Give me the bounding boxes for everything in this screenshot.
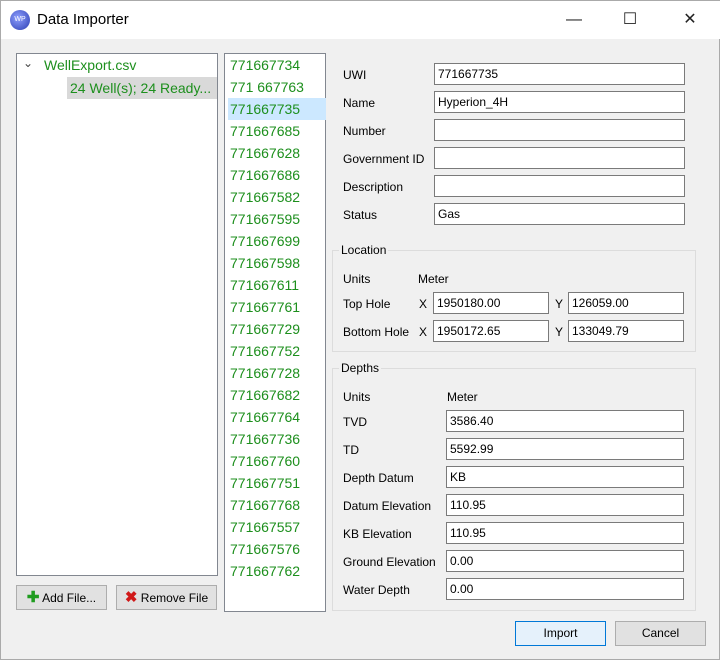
well-list-item[interactable]: 771667736 — [228, 428, 326, 450]
field-input[interactable]: Hyperion_4H — [434, 91, 685, 113]
import-button[interactable]: Import — [515, 621, 606, 646]
well-list-item[interactable]: 771667729 — [228, 318, 326, 340]
field-label: Status — [343, 208, 378, 222]
top-x-label: X — [419, 297, 428, 311]
depth-label: Datum Elevation — [343, 499, 432, 513]
location-units-value: Meter — [418, 272, 449, 286]
well-list-item[interactable]: 771667628 — [228, 142, 326, 164]
well-list-item[interactable]: 771667699 — [228, 230, 326, 252]
depth-label: TVD — [343, 415, 367, 429]
chevron-down-icon[interactable]: ⌄ — [23, 56, 33, 70]
depth-input[interactable]: 110.95 — [446, 494, 684, 516]
remove-file-button[interactable]: ✖ Remove File — [116, 585, 217, 610]
depth-label: KB Elevation — [343, 527, 412, 541]
bottom-y-label: Y — [555, 325, 564, 339]
bottom-x-label: X — [419, 325, 428, 339]
depth-label: Depth Datum — [343, 471, 414, 485]
field-input[interactable] — [434, 119, 685, 141]
well-list-item[interactable]: 771667760 — [228, 450, 326, 472]
close-button[interactable]: ✕ — [667, 7, 713, 33]
top-hole-x-input[interactable]: 1950180.00 — [433, 292, 549, 314]
window-title: Data Importer — [37, 11, 129, 28]
depth-input[interactable]: 0.00 — [446, 578, 684, 600]
well-list-item[interactable]: 771667576 — [228, 538, 326, 560]
depth-label: Water Depth — [343, 583, 410, 597]
bottom-hole-y-input[interactable]: 133049.79 — [568, 320, 684, 342]
well-list-item[interactable]: 771667598 — [228, 252, 326, 274]
well-list-item[interactable]: 771 667763 — [228, 76, 326, 98]
x-icon: ✖ — [124, 589, 138, 606]
well-list-item[interactable]: 771667728 — [228, 362, 326, 384]
app-logo-icon: WP — [10, 10, 30, 30]
well-list-item[interactable]: 771667768 — [228, 494, 326, 516]
field-input[interactable]: Gas — [434, 203, 685, 225]
field-label: Government ID — [343, 152, 425, 166]
plus-icon: ✚ — [26, 589, 40, 606]
maximize-button[interactable]: ☐ — [607, 7, 653, 33]
field-label: Number — [343, 124, 386, 138]
top-hole-y-input[interactable]: 126059.00 — [568, 292, 684, 314]
depth-input[interactable]: 0.00 — [446, 550, 684, 572]
well-list-item[interactable]: 771667685 — [228, 120, 326, 142]
bottom-hole-label: Bottom Hole — [343, 325, 410, 339]
well-list-item[interactable]: 771667734 — [228, 54, 326, 76]
bottom-hole-x-input[interactable]: 1950172.65 — [433, 320, 549, 342]
field-label: Description — [343, 180, 404, 194]
location-title: Location — [339, 243, 389, 257]
field-input[interactable] — [434, 147, 685, 169]
tree-child-item[interactable]: 24 Well(s); 24 Ready... — [67, 77, 217, 99]
depths-title: Depths — [339, 361, 382, 375]
well-list-item[interactable]: 771667735 — [228, 98, 326, 120]
depth-input[interactable]: 110.95 — [446, 522, 684, 544]
well-list-item[interactable]: 771667595 — [228, 208, 326, 230]
location-units-label: Units — [343, 272, 371, 286]
well-list-item[interactable]: 771667762 — [228, 560, 326, 582]
field-label: UWI — [343, 68, 367, 82]
cancel-button[interactable]: Cancel — [615, 621, 706, 646]
add-file-button[interactable]: ✚ Add File... — [16, 585, 107, 610]
field-label: Name — [343, 96, 376, 110]
well-list-item[interactable]: 771667611 — [228, 274, 326, 296]
well-list-item[interactable]: 771667751 — [228, 472, 326, 494]
minimize-button[interactable]: — — [551, 7, 597, 33]
field-input[interactable] — [434, 175, 685, 197]
well-list[interactable]: 771667734 771 667763 771667735 771667685 771… — [224, 53, 326, 612]
file-tree[interactable]: ⌄ WellExport.csv 24 Well(s); 24 Ready... — [16, 53, 218, 576]
depths-units-value: Meter — [447, 390, 478, 404]
top-hole-label: Top Hole — [343, 297, 391, 311]
top-y-label: Y — [555, 297, 564, 311]
well-list-item[interactable]: 771667686 — [228, 164, 326, 186]
depth-input[interactable]: 3586.40 — [446, 410, 684, 432]
depths-group: Depths — [332, 361, 696, 611]
tree-file-item[interactable]: WellExport.csv — [44, 57, 136, 73]
title-bar: WP Data Importer — ☐ ✕ — [1, 1, 720, 39]
well-list-item[interactable]: 771667582 — [228, 186, 326, 208]
well-list-item[interactable]: 771667752 — [228, 340, 326, 362]
depth-input[interactable]: KB — [446, 466, 684, 488]
depth-input[interactable]: 5592.99 — [446, 438, 684, 460]
depth-label: Ground Elevation — [343, 555, 436, 569]
depth-label: TD — [343, 443, 359, 457]
well-list-item[interactable]: 771667761 — [228, 296, 326, 318]
well-list-item[interactable]: 771667682 — [228, 384, 326, 406]
field-input[interactable]: 771667735 — [434, 63, 685, 85]
depths-units-label: Units — [343, 390, 371, 404]
well-list-item[interactable]: 771667557 — [228, 516, 326, 538]
well-list-item[interactable]: 771667764 — [228, 406, 326, 428]
